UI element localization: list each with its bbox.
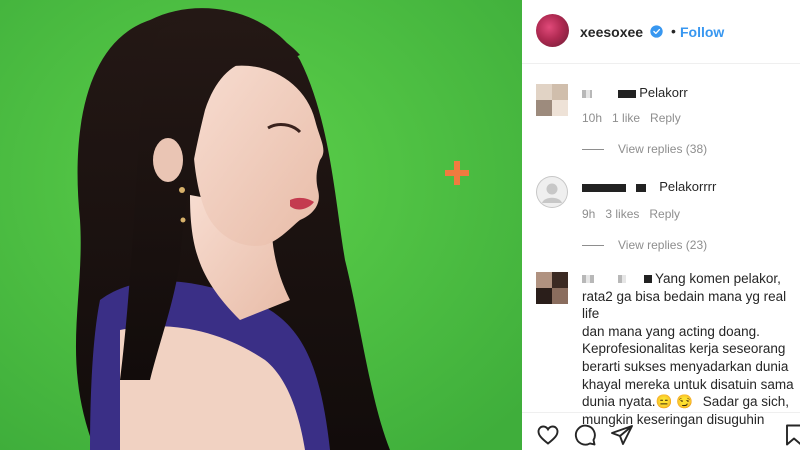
verified-badge-icon	[650, 25, 663, 38]
post-header: xeesoxee • Follow	[522, 0, 800, 64]
post-photo	[0, 0, 522, 450]
comment-avatar-pixelated[interactable]	[536, 84, 568, 116]
comment-line: Yang komen pelakor,	[582, 270, 797, 288]
follow-button[interactable]: Follow	[680, 24, 724, 40]
comment-icon[interactable]	[573, 423, 597, 447]
comment-meta: 9h 3 likes Reply	[582, 207, 680, 221]
censored-username-bar	[643, 275, 652, 284]
comment-likes[interactable]: 1 like	[612, 111, 640, 125]
default-user-icon	[536, 176, 568, 208]
replies-divider	[582, 148, 604, 150]
comment-text-long: Yang komen pelakor, rata2 ga bisa bedain…	[582, 270, 797, 428]
author-avatar[interactable]	[536, 14, 569, 47]
post-side-panel: xeesoxee • Follow Pelakorr 10h 1 like Re…	[522, 0, 800, 450]
author-username[interactable]: xeesoxee	[580, 24, 643, 40]
view-replies-label: View replies (38)	[618, 142, 708, 156]
comment-time: 10h	[582, 111, 603, 125]
censored-username-bar	[635, 183, 646, 192]
photo-illustration	[0, 0, 522, 450]
comment-body: Pelakorr	[639, 85, 688, 100]
censored-username	[617, 275, 626, 284]
comment-likes[interactable]: 3 likes	[605, 207, 639, 221]
reply-button[interactable]: Reply	[650, 111, 681, 125]
comment-body-line: dan mana yang acting doang.	[582, 323, 760, 339]
comment-body-line: dunia nyata.😑 😏 Sadar ga sich,	[582, 393, 797, 411]
comment-body-line: Yang komen pelakor,	[655, 271, 781, 286]
censored-username-bar	[617, 89, 636, 98]
comment-meta: 10h 1 like Reply	[582, 111, 681, 125]
bookmark-icon[interactable]	[782, 423, 800, 447]
share-icon[interactable]	[610, 423, 634, 447]
reply-button[interactable]: Reply	[649, 207, 680, 221]
comment-body-line: berarti sukses menyadarkan dunia	[582, 358, 789, 374]
post-actions-bar	[522, 412, 800, 450]
comment-avatar-pixelated[interactable]	[536, 272, 568, 304]
view-replies-button[interactable]: View replies (38)	[582, 142, 707, 156]
comment-body-fragment: dunia nyata.	[582, 394, 656, 410]
comment-body-line: rata2 ga bisa bedain mana yg real life	[582, 288, 787, 322]
censored-username	[582, 275, 594, 284]
header-separator: •	[671, 23, 676, 39]
censored-username	[582, 89, 592, 98]
comment-body-line: Keprofesionalitas kerja seseorang	[582, 341, 786, 357]
comment-text: Pelakorr	[582, 84, 688, 101]
emoji: 😑 😏	[655, 394, 693, 410]
comment-text: Pelakorrrr	[582, 178, 716, 195]
comment-body: Pelakorrrr	[659, 179, 717, 194]
comment-body-fragment: Sadar ga sich,	[702, 394, 790, 410]
view-replies-label: View replies (23)	[618, 238, 708, 252]
censored-username-bar	[582, 183, 626, 192]
replies-divider	[582, 244, 604, 246]
comment-avatar-default[interactable]	[536, 176, 568, 208]
comment-time: 9h	[582, 207, 596, 221]
view-replies-button[interactable]: View replies (23)	[582, 238, 707, 252]
heart-icon[interactable]	[536, 423, 560, 447]
comment-body-line: khayal mereka untuk disatuin sama	[582, 376, 794, 392]
